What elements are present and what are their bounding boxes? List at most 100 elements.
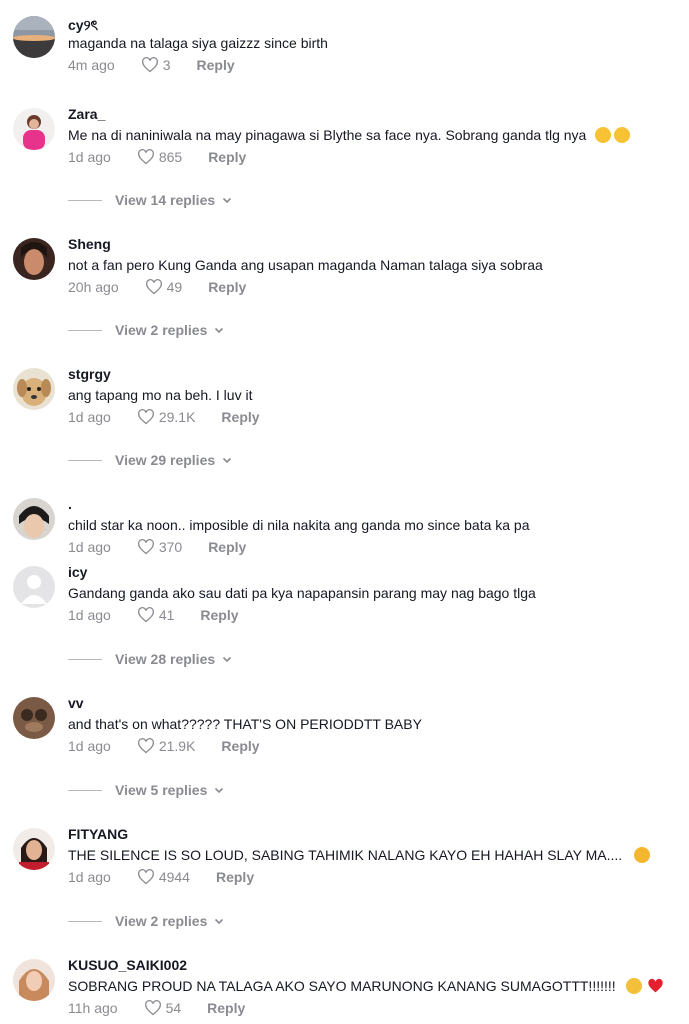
heart-outline-icon <box>144 1000 161 1016</box>
avatar[interactable] <box>13 959 55 1001</box>
avatar[interactable] <box>13 498 55 540</box>
divider <box>68 658 102 660</box>
comment-username[interactable]: Zara_ <box>68 106 105 122</box>
like-button[interactable]: 3 <box>141 57 171 73</box>
reply-button[interactable]: Reply <box>197 57 235 73</box>
heart-outline-icon <box>145 279 162 295</box>
like-button[interactable]: 54 <box>144 1000 182 1016</box>
chevron-down-icon <box>223 656 232 663</box>
comment-time: 1d ago <box>68 869 111 885</box>
view-replies-button[interactable]: View 2 replies <box>68 322 224 338</box>
comment-meta: 1d ago 29.1K Reply <box>68 409 260 425</box>
reply-button[interactable]: Reply <box>221 738 259 754</box>
comment-time: 1d ago <box>68 607 111 623</box>
reply-button[interactable]: Reply <box>208 149 246 165</box>
comment-time: 11h ago <box>68 1000 118 1016</box>
comment-username[interactable]: vv <box>68 695 84 711</box>
like-count: 370 <box>158 539 183 555</box>
divider <box>68 459 102 461</box>
view-replies-label: View 2 replies <box>115 322 208 338</box>
avatar[interactable] <box>13 108 55 150</box>
view-replies-button[interactable]: View 2 replies <box>68 913 224 929</box>
reply-button[interactable]: Reply <box>216 869 254 885</box>
avatar[interactable] <box>13 566 55 608</box>
avatar[interactable] <box>13 16 55 58</box>
divider <box>68 199 102 201</box>
comment-username[interactable]: FITYANG <box>68 826 128 842</box>
comment-text: maganda na talaga siya gaizzz since birt… <box>68 35 328 51</box>
comment-time: 1d ago <box>68 409 111 425</box>
comment-text: SOBRANG PROUD NA TALAGA AKO SAYO MARUNON… <box>68 978 664 994</box>
reply-button[interactable]: Reply <box>200 607 238 623</box>
like-count: 3 <box>162 57 171 73</box>
like-count: 29.1K <box>158 409 196 425</box>
comment-text: child star ka noon.. imposible di nila n… <box>68 517 530 533</box>
like-button[interactable]: 21.9K <box>137 738 196 754</box>
reply-button[interactable]: Reply <box>207 1000 245 1016</box>
like-count: 4944 <box>158 869 190 885</box>
like-button[interactable]: 49 <box>145 279 183 295</box>
like-count: 49 <box>166 279 183 295</box>
view-replies-button[interactable]: View 5 replies <box>68 782 224 798</box>
view-replies-button[interactable]: View 29 replies <box>68 452 232 468</box>
chevron-down-icon <box>215 327 224 334</box>
comment-text: THE SILENCE IS SO LOUD, SABING TAHIMIK N… <box>68 847 651 863</box>
reply-button[interactable]: Reply <box>221 409 259 425</box>
reply-button[interactable]: Reply <box>208 279 246 295</box>
like-count: 21.9K <box>158 738 196 754</box>
comment-username[interactable]: stgrgy <box>68 366 111 382</box>
comment-username[interactable]: KUSUO_SAIKI002 <box>68 957 187 973</box>
like-button[interactable]: 865 <box>137 149 182 165</box>
comment-meta: 1d ago 370 Reply <box>68 539 246 555</box>
comment-meta: 20h ago 49 Reply <box>68 279 246 295</box>
comment-text: Gandang ganda ako sau dati pa kya napapa… <box>68 585 536 601</box>
comment-meta: 11h ago 54 Reply <box>68 1000 245 1016</box>
weary-face-emoji-icon <box>595 127 612 143</box>
view-replies-button[interactable]: View 28 replies <box>68 651 232 667</box>
weary-face-emoji-icon <box>614 127 631 143</box>
like-count: 54 <box>165 1000 182 1016</box>
comment-text: ang tapang mo na beh. I luv it <box>68 387 253 403</box>
like-button[interactable]: 370 <box>137 539 182 555</box>
heart-outline-icon <box>137 607 154 623</box>
comment-username[interactable]: Sheng <box>68 236 111 252</box>
comment-text: not a fan pero Kung Ganda ang usapan mag… <box>68 257 543 273</box>
like-button[interactable]: 41 <box>137 607 174 623</box>
comment-time: 1d ago <box>68 738 111 754</box>
comment-time: 20h ago <box>68 279 119 295</box>
chevron-down-icon <box>223 457 232 464</box>
avatar[interactable] <box>13 697 55 739</box>
reply-button[interactable]: Reply <box>208 539 246 555</box>
avatar[interactable] <box>13 238 55 280</box>
comment-meta: 1d ago 41 Reply <box>68 607 239 623</box>
comment-time: 4m ago <box>68 57 115 73</box>
divider <box>68 789 102 791</box>
avatar[interactable] <box>13 368 55 410</box>
divider <box>68 920 102 922</box>
avatar[interactable] <box>13 828 55 870</box>
comment-meta: 1d ago 865 Reply <box>68 149 246 165</box>
heart-outline-icon <box>137 539 154 555</box>
heart-outline-icon <box>137 149 154 165</box>
comment-meta: 1d ago 21.9K Reply <box>68 738 260 754</box>
view-replies-button[interactable]: View 14 replies <box>68 192 232 208</box>
comment-text: Me na di naniniwala na may pinagawa si B… <box>68 127 631 143</box>
crying-face-emoji-icon <box>625 978 642 994</box>
like-button[interactable]: 4944 <box>137 869 190 885</box>
heart-outline-icon <box>141 57 158 73</box>
heart-outline-icon <box>137 738 154 754</box>
comment-text: and that's on what????? THAT'S ON PERIOD… <box>68 716 422 732</box>
chevron-down-icon <box>223 197 232 204</box>
view-replies-label: View 29 replies <box>115 452 216 468</box>
view-replies-label: View 5 replies <box>115 782 208 798</box>
divider <box>68 329 102 331</box>
comment-username[interactable]: icy <box>68 564 87 580</box>
heart-outline-icon <box>137 869 154 885</box>
comment-username[interactable]: . <box>68 496 72 512</box>
view-replies-label: View 14 replies <box>115 192 216 208</box>
heart-outline-icon <box>137 409 154 425</box>
view-replies-label: View 2 replies <box>115 913 208 929</box>
comment-meta: 1d ago 4944 Reply <box>68 869 254 885</box>
red-heart-emoji-icon <box>648 978 664 993</box>
like-button[interactable]: 29.1K <box>137 409 196 425</box>
